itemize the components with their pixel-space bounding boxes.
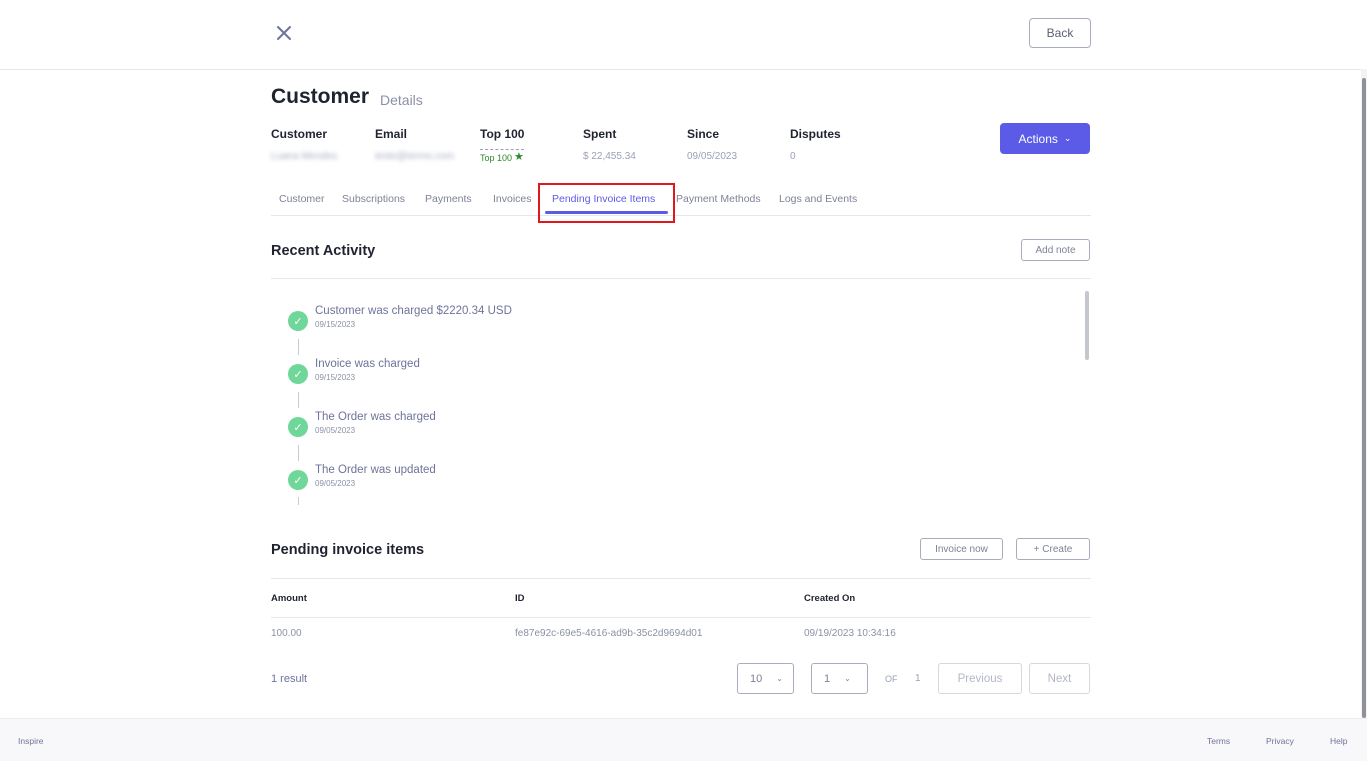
close-icon[interactable] [273, 22, 295, 44]
column-header-id: ID [515, 593, 525, 604]
footer-brand[interactable]: Inspire [18, 736, 44, 746]
timeline-connector [298, 497, 299, 505]
page-size-value: 10 [750, 672, 763, 685]
divider [271, 578, 1091, 579]
result-count: 1 result [271, 673, 308, 685]
page-select[interactable]: 1 ⌄ [811, 663, 868, 694]
activity-title: Invoice was charged [315, 358, 420, 370]
check-icon: ✓ [288, 364, 308, 384]
timeline-connector [298, 445, 299, 461]
invoice-now-button[interactable]: Invoice now [920, 538, 1003, 560]
next-button[interactable]: Next [1029, 663, 1090, 694]
activity-title: The Order was updated [315, 464, 436, 476]
summary-value: $ 22,455.34 [583, 151, 636, 162]
cell-id: fe87e92c-69e5-4616-ad9b-35c2d9694d01 [515, 628, 703, 639]
activity-date: 09/05/2023 [315, 426, 356, 435]
summary-value: teste@termo.com [375, 151, 455, 162]
create-button[interactable]: + Create [1016, 538, 1090, 560]
page-size-select[interactable]: 10 ⌄ [737, 663, 794, 694]
tab-payment-methods[interactable]: Payment Methods [676, 193, 761, 205]
cell-created-on: 09/19/2023 10:34:16 [804, 628, 896, 639]
footer-link-privacy[interactable]: Privacy [1266, 736, 1294, 746]
activity-timeline: ✓ Customer was charged $2220.34 USD 09/1… [271, 290, 1091, 505]
tab-payments[interactable]: Payments [425, 193, 472, 205]
activity-scrollbar-thumb[interactable] [1085, 291, 1089, 360]
of-label: OF [885, 674, 898, 684]
page-subtitle: Details [380, 92, 423, 108]
check-icon: ✓ [288, 311, 308, 331]
summary-label: Spent [583, 127, 617, 141]
footer-link-help[interactable]: Help [1330, 736, 1347, 746]
activity-date: 09/15/2023 [315, 320, 356, 329]
add-note-button[interactable]: Add note [1021, 239, 1090, 261]
chevron-down-icon: ⌄ [1063, 133, 1072, 143]
summary-label: Since [687, 127, 720, 141]
column-header-created-on: Created On [804, 593, 856, 604]
page-title: Customer [271, 85, 370, 108]
pending-items-title: Pending invoice items [271, 542, 425, 558]
chevron-down-icon: ⌄ [844, 674, 851, 683]
highlight-box [538, 183, 675, 223]
cell-amount: 100.00 [271, 628, 302, 639]
top100-badge: Top 100 ★ [480, 149, 524, 163]
actions-label: Actions [1018, 131, 1058, 146]
summary-label: Disputes [790, 127, 841, 141]
summary-disputes: Disputes 0 [790, 127, 841, 162]
activity-date: 09/05/2023 [315, 479, 356, 488]
timeline-connector [298, 392, 299, 408]
check-icon: ✓ [288, 470, 308, 490]
summary-email: Email teste@termo.com [375, 127, 454, 162]
check-icon: ✓ [288, 417, 308, 437]
tab-bar: Customer Subscriptions Payments Invoices… [271, 186, 1091, 216]
summary-label: Email [375, 127, 408, 141]
tab-invoices[interactable]: Invoices [493, 193, 532, 205]
recent-activity-title: Recent Activity [271, 243, 376, 259]
summary-customer: Customer Luana Mendes [271, 127, 337, 162]
summary-value: 09/05/2023 [687, 151, 738, 162]
summary-value: 0 [790, 151, 796, 162]
divider [271, 278, 1091, 279]
summary-since: Since 09/05/2023 [687, 127, 737, 162]
back-button[interactable]: Back [1029, 18, 1091, 48]
actions-button[interactable]: Actions ⌄ [1000, 123, 1090, 154]
activity-title: Customer was charged $2220.34 USD [315, 305, 512, 317]
top-bar: Back [0, 0, 1367, 70]
total-pages: 1 [915, 673, 921, 684]
summary-label: Top 100 [480, 127, 525, 141]
tab-logs-and-events[interactable]: Logs and Events [779, 193, 857, 205]
chevron-down-icon: ⌄ [776, 674, 783, 683]
page-scrollbar-thumb[interactable] [1362, 78, 1366, 718]
footer [0, 718, 1367, 761]
activity-title: The Order was charged [315, 411, 436, 423]
summary-label: Customer [271, 127, 328, 141]
column-header-amount: Amount [271, 593, 307, 604]
footer-link-terms[interactable]: Terms [1207, 736, 1230, 746]
summary-value: Luana Mendes [271, 151, 338, 162]
timeline-connector [298, 339, 299, 355]
page-value: 1 [824, 672, 831, 685]
star-icon: ★ [514, 151, 524, 163]
activity-date: 09/15/2023 [315, 373, 356, 382]
summary-top100: Top 100 Top 100 ★ [480, 127, 524, 166]
tab-customer[interactable]: Customer [279, 193, 325, 205]
summary-spent: Spent $ 22,455.34 [583, 127, 636, 162]
table-header-divider [271, 617, 1091, 618]
top100-badge-text: Top 100 [480, 152, 513, 163]
tab-subscriptions[interactable]: Subscriptions [342, 193, 405, 205]
previous-button[interactable]: Previous [938, 663, 1022, 694]
